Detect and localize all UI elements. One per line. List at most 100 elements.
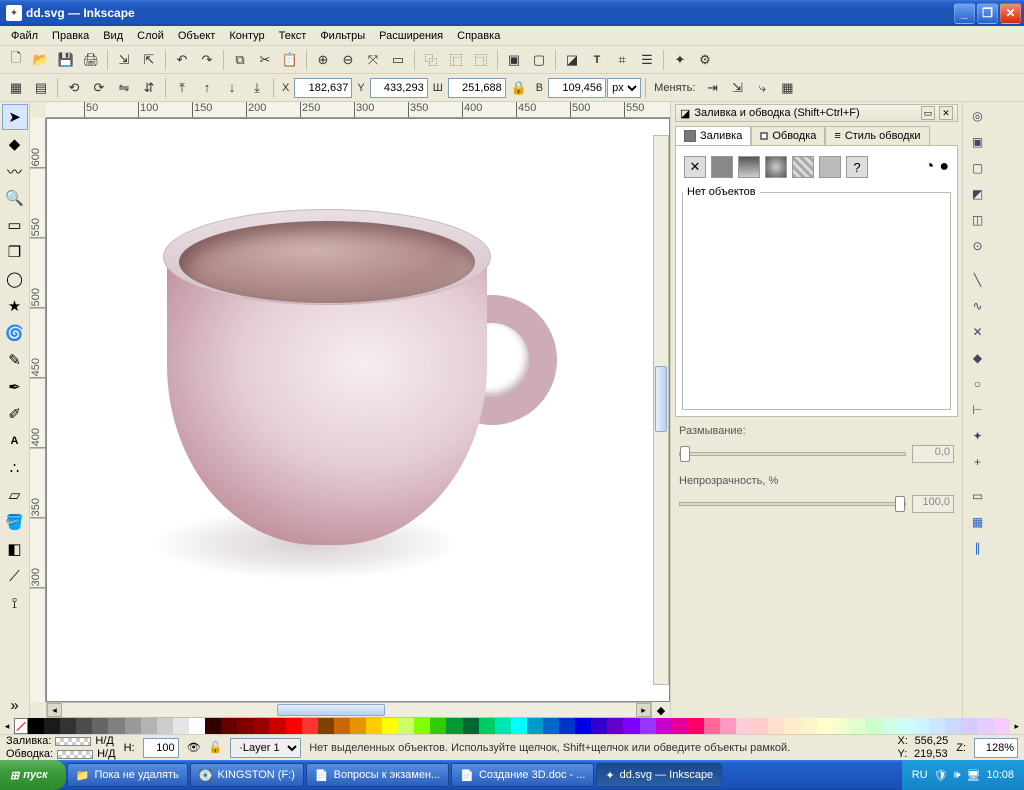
menu-text[interactable]: Текст [272,28,314,44]
eye-icon[interactable]: 👁 [187,741,201,754]
palette-swatch[interactable] [446,718,462,734]
palette-swatch[interactable] [221,718,237,734]
palette-swatch[interactable] [656,718,672,734]
taskbar-item-2[interactable]: 💽 KINGSTON (F:) [190,763,304,787]
snap-enable-button[interactable]: ◎ [966,104,990,128]
import-button[interactable]: ⇲ [112,48,136,72]
tray-lang[interactable]: RU [912,769,928,781]
spiral-tool[interactable]: 🌀 [2,320,28,346]
fill-radial-button[interactable] [765,156,787,178]
tweak-tool[interactable]: 〰 [2,158,28,184]
fill-none-button[interactable]: ✕ [684,156,706,178]
palette-swatch[interactable] [929,718,945,734]
tray-shield-icon[interactable]: 🛡 [934,769,948,782]
palette-swatch[interactable] [108,718,124,734]
star-tool[interactable]: ★ [2,293,28,319]
calligraphy-tool[interactable]: ✐ [2,401,28,427]
system-tray[interactable]: RU 🛡 🕪 🖥 10:08 [902,760,1024,790]
palette-swatch[interactable] [865,718,881,734]
3dbox-tool[interactable]: ❒ [2,239,28,265]
flip-h-button[interactable]: ⇋ [112,76,136,100]
zoom-page-button[interactable]: ▭ [386,48,410,72]
undo-button[interactable]: ↶ [170,48,194,72]
lower-button[interactable]: ↓ [220,76,244,100]
spray-tool[interactable]: ∴ [2,455,28,481]
snap-guide-button[interactable]: ∥ [966,536,990,560]
palette-swatch[interactable] [430,718,446,734]
palette-swatch[interactable] [913,718,929,734]
palette-swatch[interactable] [994,718,1010,734]
tab-fill[interactable]: Заливка [675,126,751,146]
copy-button[interactable]: ⧉ [228,48,252,72]
snap-path-button[interactable]: ∿ [966,294,990,318]
opacity-slider[interactable] [679,502,906,506]
palette-swatch[interactable] [366,718,382,734]
lock-icon[interactable]: 🔓 [209,741,223,754]
palette-swatch[interactable] [76,718,92,734]
fill-swatch-button[interactable] [819,156,841,178]
palette-swatch[interactable] [752,718,768,734]
palette-swatch[interactable] [286,718,302,734]
palette-swatch[interactable] [897,718,913,734]
fill-linear-button[interactable] [738,156,760,178]
palette-pick-icon[interactable]: ◆ [652,702,670,718]
x-input[interactable] [294,78,352,98]
palette-swatch[interactable] [28,718,44,734]
snap-corner-button[interactable]: ◩ [966,182,990,206]
palette-swatch[interactable] [961,718,977,734]
blur-value[interactable]: 0,0 [912,445,954,463]
palette-swatch[interactable] [479,718,495,734]
select-all-button[interactable]: ▦ [4,76,28,100]
palette-swatch[interactable] [607,718,623,734]
tab-stroke[interactable]: Обводка [751,126,825,146]
unlink-clone-button[interactable]: ⿹ [469,48,493,72]
snap-center-button[interactable]: ⊙ [966,234,990,258]
bezier-tool[interactable]: ✒ [2,374,28,400]
palette-swatch[interactable] [784,718,800,734]
cut-button[interactable]: ✂ [253,48,277,72]
menu-filter[interactable]: Фильтры [313,28,372,44]
paste-button[interactable]: 📋 [278,48,302,72]
tray-volume-icon[interactable]: 🕪 [954,769,961,782]
snap-page-button[interactable]: ▭ [966,484,990,508]
group-button[interactable]: ▣ [502,48,526,72]
palette-swatch[interactable] [527,718,543,734]
lower-bottom-button[interactable]: ⤓ [245,76,269,100]
palette-swatch[interactable] [720,718,736,734]
palette-swatch[interactable] [92,718,108,734]
menu-path[interactable]: Контур [222,28,271,44]
scrollbar-vertical[interactable] [653,135,669,685]
palette-swatch[interactable] [817,718,833,734]
palette-swatch[interactable] [318,718,334,734]
zoom-out-button[interactable]: ⊖ [336,48,360,72]
pencil-tool[interactable]: ✎ [2,347,28,373]
node-tool[interactable]: ◆ [2,131,28,157]
rotate-ccw-button[interactable]: ⟲ [62,76,86,100]
y-input[interactable] [370,78,428,98]
minimize-button[interactable]: _ [954,3,975,24]
palette-left-arrow[interactable]: ◂ [0,718,14,734]
snap-rotation-center-button[interactable]: + [966,450,990,474]
affect-pattern-button[interactable]: ▦ [775,76,799,100]
palette-swatch[interactable] [640,718,656,734]
fill-dialog-button[interactable]: ◪ [560,48,584,72]
affect-move-button[interactable]: ⇥ [700,76,724,100]
prefs-button[interactable]: ✦ [668,48,692,72]
palette-swatch[interactable] [559,718,575,734]
zoom-tool[interactable]: 🔍 [2,185,28,211]
fill-pattern-button[interactable] [792,156,814,178]
zoom-in-button[interactable]: ⊕ [311,48,335,72]
expand-tool-icon[interactable]: » [2,692,28,718]
dock-min-button[interactable]: ▭ [921,106,935,120]
unit-select[interactable]: px [607,78,641,98]
snap-grid-button[interactable]: ▦ [966,510,990,534]
palette-swatch[interactable] [736,718,752,734]
palette-swatch[interactable] [44,718,60,734]
eraser-tool[interactable]: ▱ [2,482,28,508]
palette-swatch[interactable] [511,718,527,734]
text-tool[interactable]: A [2,428,28,454]
palette-swatch[interactable] [253,718,269,734]
palette-swatch[interactable] [945,718,961,734]
snap-object-center-button[interactable]: ✦ [966,424,990,448]
palette-swatch[interactable] [173,718,189,734]
